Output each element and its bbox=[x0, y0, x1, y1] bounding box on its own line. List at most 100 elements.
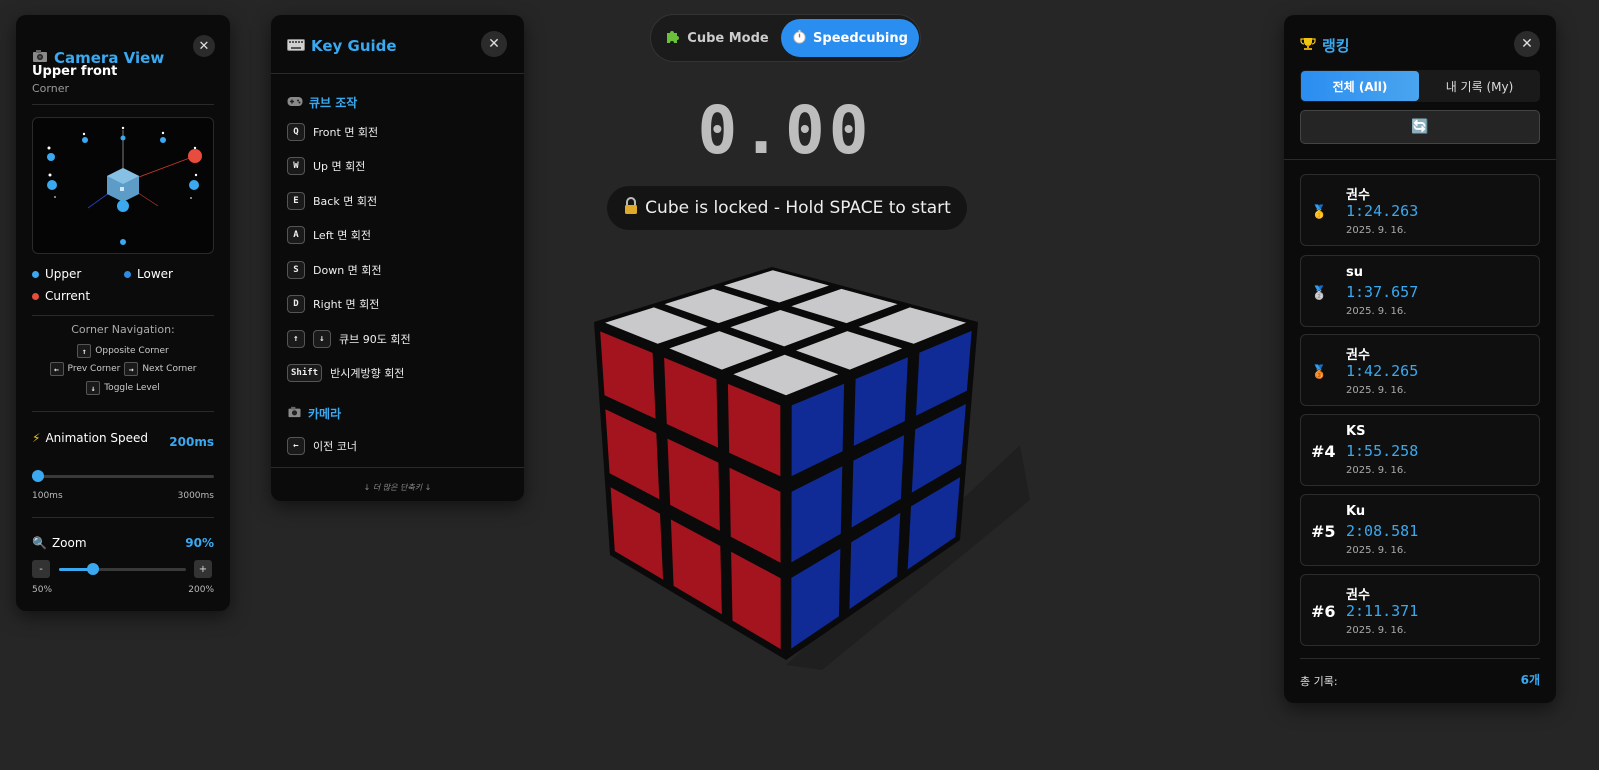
record-date: 2025. 9. 16. bbox=[1346, 385, 1407, 396]
record-time: 2:08.581 bbox=[1346, 522, 1419, 540]
record-time: 1:24.263 bbox=[1346, 202, 1419, 220]
camera-icon bbox=[287, 406, 302, 421]
ranking-title: 랭킹 bbox=[1300, 35, 1350, 56]
animation-speed-label: ⚡ Animation Speed bbox=[32, 431, 149, 445]
player-name: 권수 bbox=[1346, 348, 1370, 363]
ranking-entry[interactable]: 🥈 su 1:37.657 2025. 9. 16. bbox=[1300, 255, 1540, 327]
animation-min: 100ms bbox=[32, 491, 63, 501]
more-shortcuts-hint[interactable]: ↓ 더 많은 단축키 ↓ bbox=[271, 482, 524, 493]
gamepad-icon bbox=[287, 96, 303, 110]
zoom-value: 90% bbox=[185, 536, 214, 550]
key-w[interactable]: W bbox=[287, 157, 305, 175]
silver-medal-icon: 🥈 bbox=[1311, 286, 1328, 301]
close-icon[interactable]: ✕ bbox=[1514, 31, 1540, 57]
divider bbox=[1284, 159, 1556, 160]
cube-stickers bbox=[594, 267, 978, 660]
close-icon[interactable]: ✕ bbox=[481, 31, 507, 57]
arrow-right-key[interactable]: → bbox=[124, 362, 139, 376]
lightning-icon: ⚡ bbox=[32, 431, 41, 445]
lock-icon bbox=[623, 196, 639, 220]
key-guide-title: Key Guide bbox=[287, 37, 397, 55]
ranking-tabs: 전체 (All) 내 기록 (My) bbox=[1300, 70, 1540, 102]
key-s[interactable]: S bbox=[287, 261, 305, 279]
ranking-entry[interactable]: #4 KS 1:55.258 2025. 9. 16. bbox=[1300, 414, 1540, 486]
zoom-out-button[interactable]: - bbox=[32, 560, 50, 578]
key-arrow-left[interactable]: ← bbox=[287, 437, 305, 455]
key-e[interactable]: E bbox=[287, 192, 305, 210]
speedcubing-button[interactable]: Speedcubing bbox=[781, 19, 919, 57]
refresh-button[interactable]: 🔄 bbox=[1300, 110, 1540, 144]
key-shift[interactable]: Shift bbox=[287, 364, 323, 382]
key-guide-panel: Key Guide ✕ 큐브 조작 Q Front 면 회전 W Up 면 회전… bbox=[271, 15, 524, 501]
ranking-entry[interactable]: 🥇 권수 1:24.263 2025. 9. 16. bbox=[1300, 174, 1540, 246]
key-row-left: A Left 면 회전 bbox=[287, 226, 371, 244]
camera-name: Upper front bbox=[32, 64, 118, 79]
puzzle-icon bbox=[665, 28, 681, 48]
arrow-down-key[interactable]: ↓ bbox=[86, 381, 101, 395]
record-time: 1:55.258 bbox=[1346, 442, 1419, 460]
slider-thumb[interactable] bbox=[87, 563, 100, 575]
key-row-front: Q Front 면 회전 bbox=[287, 123, 378, 141]
arrow-left-key[interactable]: ← bbox=[49, 362, 64, 376]
zoom-slider[interactable] bbox=[59, 563, 186, 575]
divider bbox=[1300, 658, 1540, 659]
camera-controls-section: 카메라 bbox=[287, 405, 341, 422]
camera-view-panel: Camera View ✕ Upper front Corner Upper L… bbox=[16, 15, 230, 611]
current-dot-icon bbox=[32, 292, 39, 300]
key-q[interactable]: Q bbox=[287, 123, 305, 141]
ranking-entry[interactable]: #6 권수 2:11.371 2025. 9. 16. bbox=[1300, 574, 1540, 646]
ranking-entry[interactable]: 🥉 권수 1:42.265 2025. 9. 16. bbox=[1300, 334, 1540, 406]
slider-thumb[interactable] bbox=[32, 470, 45, 482]
total-records-value: 6개 bbox=[1520, 673, 1540, 687]
player-name: 권수 bbox=[1346, 188, 1370, 203]
refresh-icon: 🔄 bbox=[1411, 119, 1429, 135]
nav-toggle: ↓ Toggle Level bbox=[32, 381, 214, 395]
stopwatch-icon bbox=[792, 29, 807, 48]
key-d[interactable]: D bbox=[287, 295, 305, 313]
rubiks-cube[interactable] bbox=[560, 240, 1030, 675]
key-arrow-down[interactable]: ↓ bbox=[313, 330, 331, 348]
key-row-back: E Back 면 회전 bbox=[287, 192, 377, 210]
ranking-entry[interactable]: #5 Ku 2:08.581 2025. 9. 16. bbox=[1300, 494, 1540, 566]
record-time: 2:11.371 bbox=[1346, 602, 1419, 620]
rank-number: #6 bbox=[1311, 602, 1336, 621]
camera-position-map[interactable] bbox=[32, 117, 214, 254]
player-name: Ku bbox=[1346, 504, 1366, 519]
total-records-label: 총 기록: bbox=[1300, 675, 1338, 688]
cube-controls-section: 큐브 조작 bbox=[287, 94, 357, 111]
zoom-label: 🔍 Zoom bbox=[32, 536, 87, 550]
timer-display: 0.00 bbox=[697, 92, 873, 169]
bronze-medal-icon: 🥉 bbox=[1311, 365, 1328, 380]
animation-speed-value: 200ms bbox=[169, 435, 214, 449]
key-row-up: W Up 면 회전 bbox=[287, 157, 365, 175]
gold-medal-icon: 🥇 bbox=[1311, 205, 1328, 220]
record-time: 1:42.265 bbox=[1346, 362, 1419, 380]
record-date: 2025. 9. 16. bbox=[1346, 545, 1407, 556]
record-date: 2025. 9. 16. bbox=[1346, 465, 1407, 476]
arrow-up-key[interactable]: ↑ bbox=[77, 344, 92, 358]
key-row-down: S Down 면 회전 bbox=[287, 261, 382, 279]
record-time: 1:37.657 bbox=[1346, 283, 1419, 301]
key-row-right: D Right 면 회전 bbox=[287, 295, 379, 313]
lower-dot-icon bbox=[124, 270, 131, 278]
cube-mode-button[interactable]: Cube Mode bbox=[657, 19, 777, 57]
zoom-in-button[interactable]: + bbox=[194, 560, 212, 578]
zoom-max: 200% bbox=[188, 585, 214, 595]
legend-lower: Lower bbox=[124, 267, 173, 281]
lock-status-message: Cube is locked - Hold SPACE to start bbox=[607, 186, 967, 230]
record-date: 2025. 9. 16. bbox=[1346, 225, 1407, 236]
camera-type: Corner bbox=[32, 82, 70, 95]
keyboard-icon bbox=[287, 37, 305, 55]
key-a[interactable]: A bbox=[287, 226, 305, 244]
tab-my[interactable]: 내 기록 (My) bbox=[1420, 71, 1539, 101]
player-name: KS bbox=[1346, 424, 1366, 439]
close-icon[interactable]: ✕ bbox=[193, 35, 215, 57]
nav-prev-next: ← Prev Corner → Next Corner bbox=[32, 362, 214, 376]
key-row-prev-corner: ← 이전 코너 bbox=[287, 437, 357, 455]
record-date: 2025. 9. 16. bbox=[1346, 625, 1407, 636]
tab-all[interactable]: 전체 (All) bbox=[1301, 71, 1419, 101]
key-arrow-up[interactable]: ↑ bbox=[287, 330, 305, 348]
animation-speed-slider[interactable] bbox=[32, 470, 214, 482]
key-row-rotate-cube: ↑ ↓ 큐브 90도 회전 bbox=[287, 330, 411, 348]
upper-dot-icon bbox=[32, 270, 39, 278]
